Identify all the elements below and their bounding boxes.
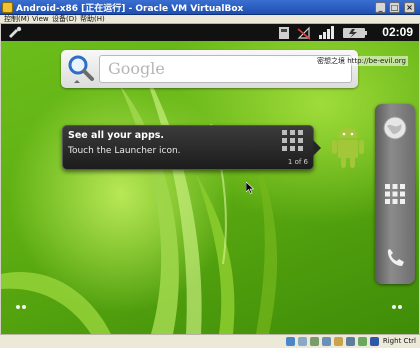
maximize-button[interactable]: □	[389, 2, 400, 13]
search-icon[interactable]	[64, 52, 96, 86]
battery-charging-icon	[343, 28, 367, 38]
cd-icon[interactable]	[298, 337, 307, 346]
android-status-bar: 02:09	[1, 24, 419, 41]
hostkey-arrow-icon	[370, 337, 379, 346]
menu-devices[interactable]: 设备(D)	[52, 15, 77, 24]
sd-card-icon	[279, 27, 289, 39]
android-robot-icon	[332, 127, 364, 168]
launcher-dock	[375, 104, 415, 284]
display-icon[interactable]	[346, 337, 355, 346]
menu-machine[interactable]: 控制(M)	[4, 15, 30, 24]
page-dots-left[interactable]	[16, 305, 30, 311]
menu-view[interactable]: View	[32, 15, 49, 24]
shared-folder-icon[interactable]	[334, 337, 343, 346]
launcher-grid-icon[interactable]	[381, 180, 409, 208]
signal-icon	[319, 26, 334, 39]
tip-title: See all your apps.	[68, 130, 165, 141]
network-icon[interactable]	[322, 337, 331, 346]
hdd-icon[interactable]	[286, 337, 295, 346]
menu-help[interactable]: 帮助(H)	[80, 15, 105, 24]
watermark-text: 密想之境 http://be-evil.org	[315, 56, 408, 66]
usb-icon[interactable]	[310, 337, 319, 346]
status-clock: 02:09	[382, 25, 413, 39]
usb-debug-icon	[9, 26, 22, 38]
android-home-screen[interactable]: 02:09 Google 密想之境 http://be-evil.org See…	[1, 24, 419, 334]
virtualbox-app-icon	[2, 2, 13, 13]
host-status-bar: Right Ctrl	[0, 334, 420, 348]
google-search-widget[interactable]: Google	[61, 50, 358, 88]
host-key-label: Right Ctrl	[382, 337, 416, 345]
window-title: Android-x86 [正在运行] - Oracle VM VirtualBo…	[16, 4, 244, 14]
menubar: 控制(M) View 设备(D) 帮助(H)	[0, 15, 420, 24]
tip-arrow	[313, 140, 321, 156]
close-button[interactable]: ×	[404, 2, 415, 13]
tip-body: Touch the Launcher icon.	[68, 146, 181, 156]
launcher-grid-icon	[282, 130, 303, 151]
tip-pager: 1 of 6	[287, 158, 308, 166]
window-titlebar: Android-x86 [正在运行] - Oracle VM VirtualBo…	[0, 0, 420, 15]
status-icons	[279, 26, 367, 40]
minimize-button[interactable]: _	[375, 2, 386, 13]
mouse-cursor-icon	[246, 182, 254, 194]
phone-icon[interactable]	[381, 244, 409, 272]
search-placeholder: Google	[108, 59, 165, 78]
capture-icon[interactable]	[358, 337, 367, 346]
browser-icon[interactable]	[381, 114, 409, 142]
launcher-tip-bubble[interactable]: See all your apps. Touch the Launcher ic…	[62, 125, 321, 170]
page-dots-right[interactable]	[392, 305, 406, 311]
